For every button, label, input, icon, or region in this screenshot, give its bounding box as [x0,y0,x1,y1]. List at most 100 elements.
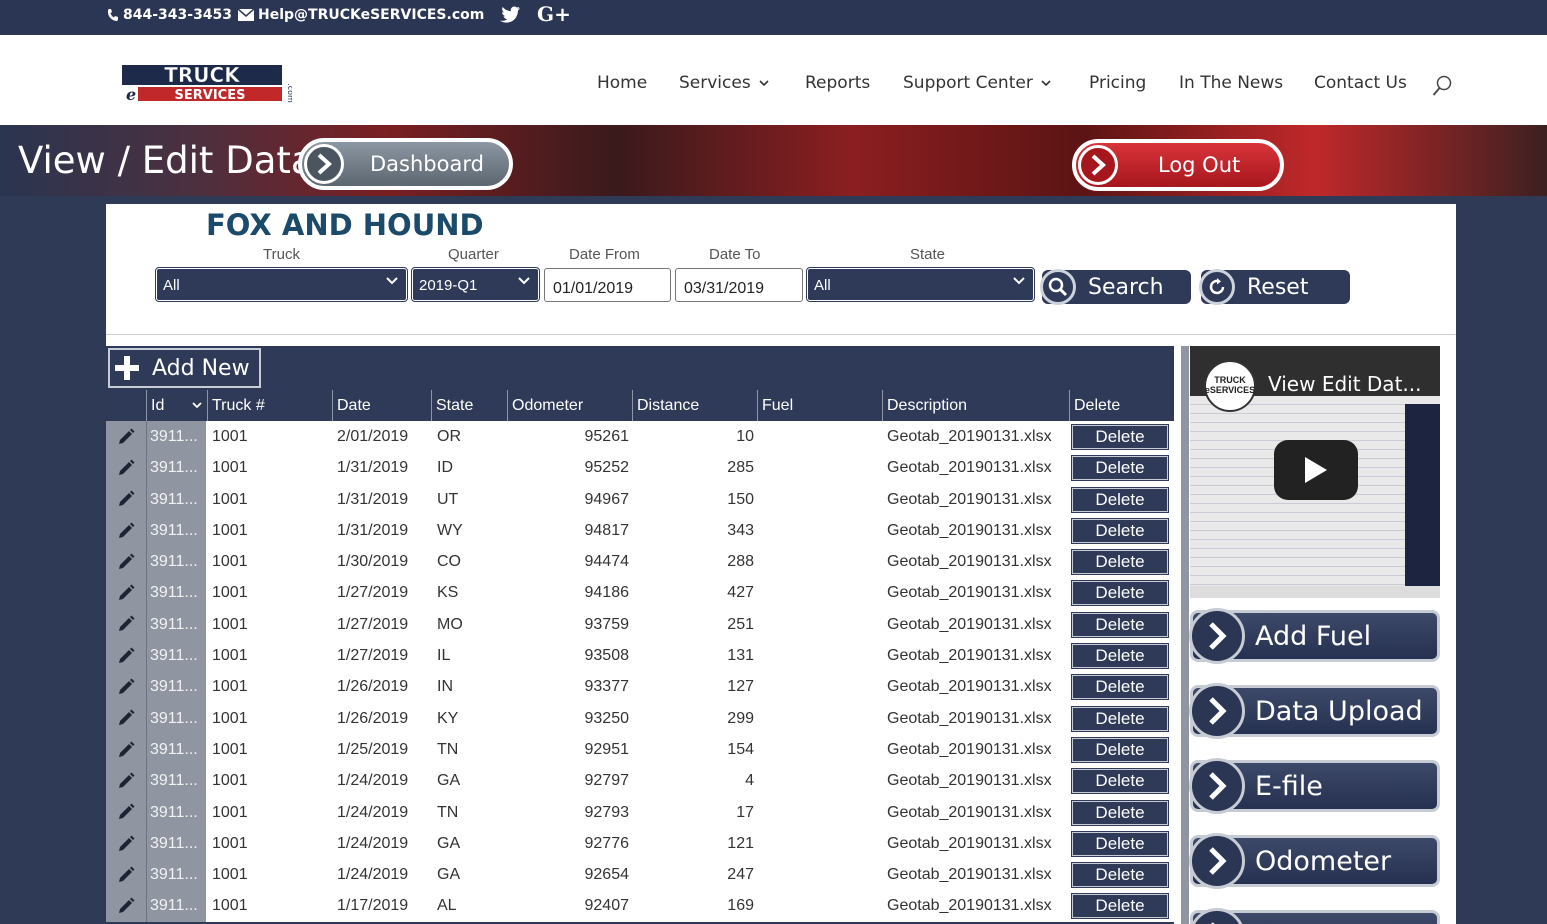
cell-state: CO [437,553,461,571]
search-button[interactable]: Search [1040,269,1191,305]
edit-pencil-icon[interactable] [106,796,146,828]
table-row: 3911... 1001 2/01/2019 OR 95261 10 Geotab_2019… [106,421,1174,453]
twitter-icon[interactable] [500,6,520,23]
delete-button[interactable]: Delete [1071,424,1169,450]
table-row: 3911... 1001 1/30/2019 CO 94474 288 Geotab_201… [106,546,1174,578]
date-to-input[interactable]: 03/31/2019 [675,268,803,302]
cell-state: OR [437,428,461,445]
delete-button[interactable]: Delete [1071,705,1169,732]
edit-pencil-icon[interactable] [106,827,146,860]
edit-pencil-icon[interactable] [106,452,146,484]
tutorial-video[interactable]: TRUCK eSERVICES View Edit Dat... [1190,346,1440,598]
cell-description: Geotab_20190131.xlsx [887,553,1052,571]
delete-button[interactable]: Delete [1071,643,1169,670]
logout-button[interactable]: Log Out [1072,139,1284,191]
edit-pencil-icon[interactable] [106,514,146,547]
column-header-state[interactable]: State [431,390,507,421]
nav-reports[interactable]: Reports [805,73,870,93]
edit-pencil-icon[interactable] [106,859,146,891]
cell-distance: 150 [727,490,754,508]
delete-button[interactable]: Delete [1071,486,1169,513]
top-contact-bar: 844-343-3453 Help@TRUCKeSERVICES.com G+ [0,0,1547,35]
column-header-truck[interactable]: Truck # [207,390,332,421]
delete-button[interactable]: Delete [1071,768,1169,795]
delete-button[interactable]: Delete [1071,830,1169,857]
edit-pencil-icon[interactable] [106,765,146,797]
quarter-select[interactable]: 2019-Q1 [411,267,540,302]
table-row: 3911... 1001 1/24/2019 GA 92797 4 Geotab_20190… [106,765,1174,797]
delete-button[interactable]: Delete [1071,455,1169,482]
phone-link[interactable]: 844-343-3453 [107,7,232,23]
delete-button[interactable]: Delete [1071,893,1169,920]
edit-pencil-icon[interactable] [106,640,146,672]
filter-divider [106,334,1456,335]
search-icon[interactable] [1432,75,1452,97]
cell-odometer: 94817 [584,521,630,539]
edit-pencil-icon[interactable] [106,483,146,515]
nav-contact-us[interactable]: Contact Us [1314,73,1407,93]
column-header-distance[interactable]: Distance [632,390,757,421]
play-icon[interactable] [1274,440,1358,500]
nav-services[interactable]: Services [679,73,769,93]
data-upload-button[interactable]: Data Upload [1189,683,1440,739]
cell-odometer: 94474 [584,553,630,571]
add-fuel-button[interactable]: Add Fuel [1189,608,1440,664]
delete-button[interactable]: Delete [1071,549,1169,576]
truck-select[interactable]: All [155,267,408,302]
cell-description: Geotab_20190131.xlsx [887,459,1052,477]
cell-id: 3911... [146,546,206,578]
quarter-filter-label: Quarter [448,246,499,263]
add-new-button[interactable]: Add New [108,348,261,388]
delete-button[interactable]: Delete [1071,611,1169,638]
table-row: 3911... 1001 1/24/2019 GA 92654 247 Geotab_201… [106,859,1174,891]
date-from-input[interactable]: 01/01/2019 [544,268,671,302]
delete-button[interactable]: Delete [1071,580,1169,607]
email-link[interactable]: Help@TRUCKeSERVICES.com [238,7,484,23]
column-header-fuel[interactable]: Fuel [757,390,882,421]
chevron-down-icon [1041,79,1051,86]
column-header-description[interactable]: Description [882,390,1069,421]
column-label: State [436,397,474,414]
edit-pencil-icon[interactable] [106,577,146,609]
edit-pencil-icon[interactable] [106,421,146,453]
delete-button[interactable]: Delete [1071,862,1169,889]
cell-date: 1/26/2019 [337,678,409,696]
column-header-date[interactable]: Date [332,390,431,421]
e-file-button[interactable]: E-file [1189,758,1440,814]
nav-label: Pricing [1089,73,1147,93]
edit-pencil-icon[interactable] [106,608,146,641]
phone-number: 844-343-3453 [123,7,233,23]
cell-state: KS [437,584,459,602]
reset-button[interactable]: Reset [1199,269,1350,305]
cell-truck: 1001 [212,553,248,571]
delete-button[interactable]: Delete [1071,736,1169,763]
company-name: FOX AND HOUND [206,208,484,242]
delete-button[interactable]: Delete [1071,517,1169,544]
more-sidebar-button[interactable] [1189,908,1440,924]
edit-pencil-icon[interactable] [106,546,146,578]
cell-state: IL [437,647,451,665]
edit-pencil-icon[interactable] [106,671,146,703]
table-row: 3911... 1001 1/24/2019 GA 92776 121 Geotab_201… [106,827,1174,860]
edit-pencil-icon[interactable] [106,890,146,922]
table-row: 3911... 1001 1/25/2019 TN 92951 154 Geotab_201… [106,733,1174,766]
nav-pricing[interactable]: Pricing [1089,73,1146,93]
nav-in-the-news[interactable]: In The News [1179,73,1283,93]
edit-pencil-icon[interactable] [106,702,146,734]
column-header-id[interactable]: Id [146,390,206,421]
cell-truck: 1001 [212,459,248,477]
delete-button[interactable]: Delete [1071,799,1169,826]
google-plus-icon[interactable]: G+ [537,2,571,26]
cell-distance: 127 [727,678,754,696]
delete-button[interactable]: Delete [1071,674,1169,701]
nav-home[interactable]: Home [597,73,647,93]
edit-pencil-icon[interactable] [106,733,146,766]
cell-id: 3911... [146,890,206,922]
odometer-button[interactable]: Odometer [1189,833,1440,889]
cell-date: 1/24/2019 [337,772,409,790]
truck-eservices-logo[interactable]: TRUCK e SERVICES .com [120,63,292,103]
dashboard-button[interactable]: Dashboard [298,138,513,190]
nav-support-center[interactable]: Support Center [903,73,1051,93]
state-select[interactable]: All [806,267,1035,302]
column-header-odometer[interactable]: Odometer [507,390,632,421]
